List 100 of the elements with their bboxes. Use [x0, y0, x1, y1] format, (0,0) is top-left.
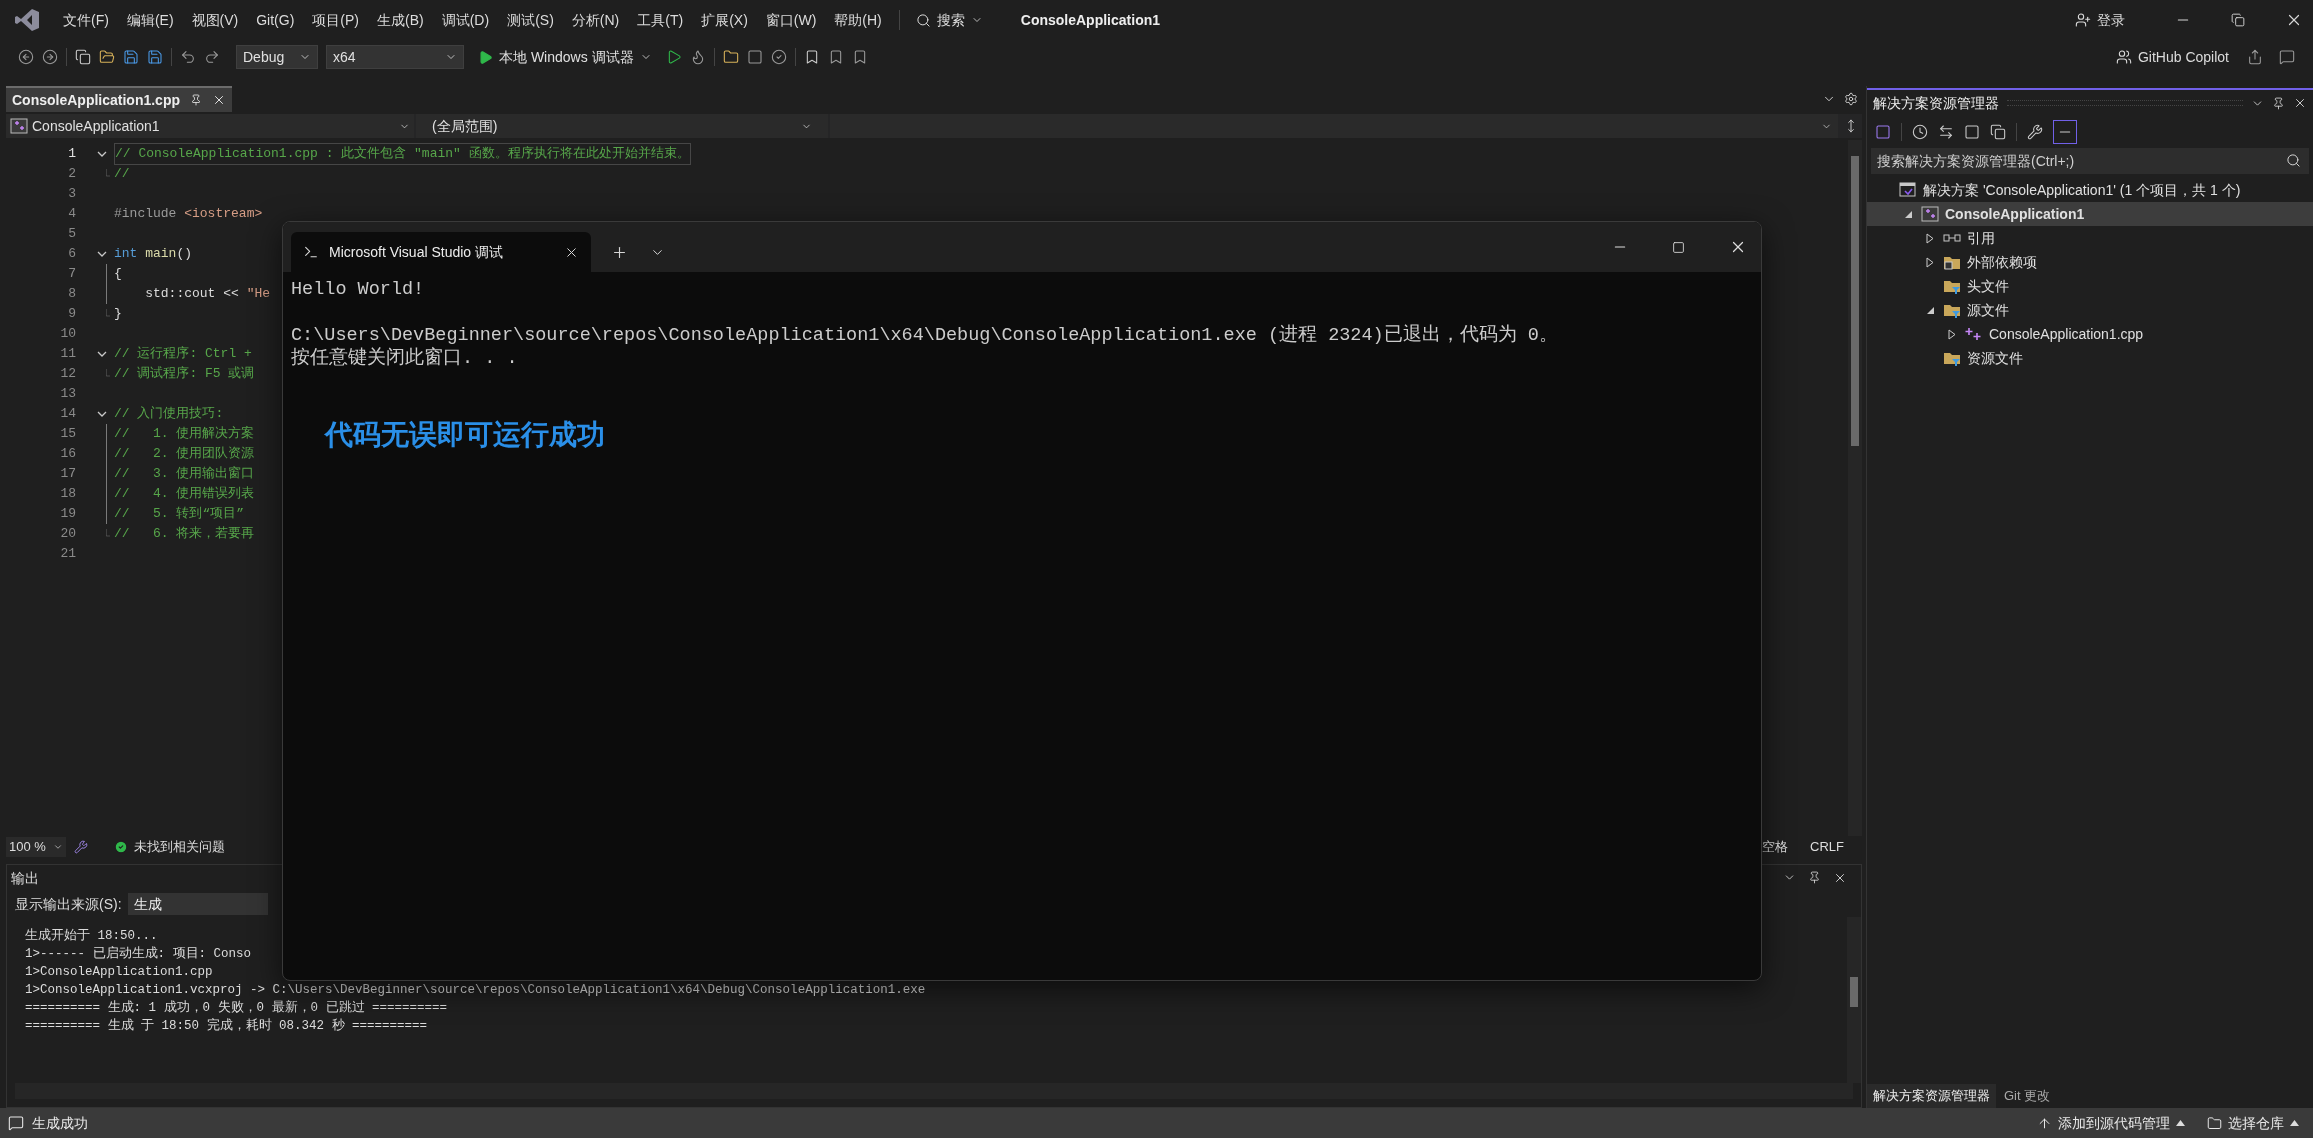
- back-icon[interactable]: [18, 49, 34, 65]
- console-tab[interactable]: Microsoft Visual Studio 调试: [291, 232, 591, 272]
- window-icon[interactable]: [746, 49, 763, 65]
- menu-item[interactable]: 测试(S): [498, 9, 563, 31]
- tree-item[interactable]: 头文件: [1867, 274, 2313, 298]
- menu-item[interactable]: Git(G): [247, 9, 304, 31]
- tree-item[interactable]: 外部依赖项: [1867, 250, 2313, 274]
- pin-icon[interactable]: [1808, 871, 1821, 884]
- scope-dropdown[interactable]: (全局范围): [416, 114, 828, 138]
- zoom-dropdown[interactable]: 100 %: [6, 837, 66, 857]
- menu-item[interactable]: 调试(D): [432, 9, 499, 31]
- expanded-arrow-icon[interactable]: [1925, 305, 1935, 315]
- expanded-arrow-icon[interactable]: [1903, 209, 1913, 219]
- terminal-icon[interactable]: [303, 244, 319, 260]
- menu-item[interactable]: 生成(B): [368, 9, 433, 31]
- menu-item[interactable]: 帮助(H): [825, 9, 891, 31]
- app-logo-icon[interactable]: [14, 8, 40, 32]
- line-ending-status[interactable]: CRLF: [1810, 837, 1844, 857]
- caret-up-icon[interactable]: [2176, 1120, 2185, 1126]
- collapse-all-icon[interactable]: [1964, 124, 1980, 140]
- save-icon[interactable]: [123, 49, 139, 65]
- collapsed-arrow-icon[interactable]: [1926, 256, 1934, 268]
- tree-item[interactable]: 解决方案 'ConsoleApplication1' (1 个项目，共 1 个): [1867, 178, 2313, 202]
- solution-view-icon[interactable]: [1875, 124, 1891, 140]
- settings-icon[interactable]: [1844, 92, 1858, 106]
- caret-up-icon[interactable]: [2290, 1120, 2299, 1126]
- vertical-scrollbar[interactable]: [1847, 917, 1861, 1083]
- indent-status[interactable]: 空格: [1762, 837, 1789, 857]
- document-tab[interactable]: ConsoleApplication1.cpp: [6, 86, 232, 112]
- menu-item[interactable]: 分析(N): [562, 9, 629, 31]
- annotation-text: 代码无误即可运行成功: [325, 419, 605, 450]
- spell-check-icon[interactable]: [770, 49, 787, 65]
- feedback-icon[interactable]: [2279, 49, 2295, 65]
- caret-icon[interactable]: [53, 842, 63, 852]
- redo-icon[interactable]: [204, 49, 220, 65]
- forward-icon[interactable]: [42, 49, 58, 65]
- platform-dropdown[interactable]: x64: [326, 45, 464, 69]
- tree-item[interactable]: 资源文件: [1867, 346, 2313, 370]
- output-source-dropdown[interactable]: 生成: [127, 893, 268, 915]
- line-number: 21: [59, 545, 76, 564]
- copilot-button[interactable]: GitHub Copilot: [2115, 46, 2229, 68]
- menu-item[interactable]: 文件(F): [54, 9, 118, 31]
- start-debugging-button[interactable]: 本地 Windows 调试器: [472, 46, 658, 68]
- repository-button[interactable]: 选择仓库: [2228, 1112, 2284, 1134]
- undo-icon[interactable]: [180, 49, 196, 65]
- line-number: 2: [67, 165, 76, 184]
- tree-item[interactable]: ConsoleApplication1.cpp: [1867, 322, 2313, 346]
- sign-in-button[interactable]: 登录: [2075, 9, 2125, 31]
- project-scope-dropdown[interactable]: ConsoleApplication1: [6, 114, 414, 138]
- share-icon[interactable]: [2247, 49, 2263, 65]
- menu-item[interactable]: 扩展(X): [692, 9, 757, 31]
- code-line: }: [114, 305, 122, 324]
- menu-item[interactable]: 窗口(W): [756, 9, 826, 31]
- notification-icon[interactable]: [8, 1115, 24, 1131]
- pin-icon[interactable]: [2272, 96, 2285, 110]
- tree-item[interactable]: ConsoleApplication1: [1867, 202, 2313, 226]
- panel-tab[interactable]: 解决方案资源管理器: [1867, 1084, 1996, 1108]
- open-folder-icon[interactable]: [99, 49, 115, 65]
- configuration-dropdown[interactable]: Debug: [236, 45, 318, 69]
- search-icon[interactable]: [2286, 153, 2301, 168]
- user-plus-icon[interactable]: [2075, 12, 2091, 28]
- menu-item[interactable]: 编辑(E): [117, 9, 183, 31]
- menu-item[interactable]: 工具(T): [628, 9, 693, 31]
- vertical-scrollbar[interactable]: [1848, 140, 1862, 836]
- search-icon[interactable]: [915, 12, 931, 28]
- close-icon[interactable]: [212, 93, 226, 107]
- references-icon: [1943, 232, 1961, 244]
- solution-search-field[interactable]: 搜索解决方案资源管理器(Ctrl+;): [1871, 148, 2309, 174]
- maximize-icon[interactable]: [1672, 240, 1685, 254]
- pin-icon[interactable]: [190, 94, 202, 106]
- line-number: 7: [67, 265, 76, 284]
- code-cleanup-icon[interactable]: [74, 840, 88, 854]
- output-title: 输出: [11, 868, 39, 888]
- properties-icon[interactable]: [2027, 124, 2043, 140]
- tree-item[interactable]: 引用: [1867, 226, 2313, 250]
- pending-changes-icon[interactable]: [1912, 124, 1928, 140]
- source-control-button[interactable]: 添加到源代码管理: [2058, 1112, 2170, 1134]
- collapsed-arrow-icon[interactable]: [1926, 232, 1934, 244]
- copilot-icon[interactable]: [2115, 49, 2132, 65]
- show-all-files-icon[interactable]: [1990, 124, 2006, 140]
- menu-item[interactable]: 项目(P): [303, 9, 368, 31]
- menu-item[interactable]: 视图(V): [182, 9, 248, 31]
- new-item-icon[interactable]: [75, 49, 91, 65]
- collapsed-arrow-icon[interactable]: [1948, 328, 1956, 340]
- panel-tab[interactable]: Git 更改: [1998, 1084, 2057, 1108]
- output-line: 生成开始于 18:50...: [25, 927, 159, 945]
- restore-icon[interactable]: [2231, 13, 2245, 27]
- folder-icon[interactable]: [722, 49, 739, 65]
- cpp-file-icon: [1965, 327, 1983, 341]
- close-icon[interactable]: [1833, 871, 1847, 885]
- line-number: 14: [59, 405, 76, 424]
- tree-item[interactable]: 源文件: [1867, 298, 2313, 322]
- sync-icon[interactable]: [1938, 124, 1954, 140]
- issues-status[interactable]: 未找到相关问题: [134, 837, 225, 857]
- repository-icon[interactable]: [2207, 1115, 2222, 1131]
- search-button[interactable]: 搜索: [907, 9, 991, 31]
- play-icon: [478, 49, 493, 65]
- line-number: 5: [67, 225, 76, 244]
- close-icon[interactable]: [2293, 96, 2307, 110]
- save-all-icon[interactable]: [147, 49, 163, 65]
